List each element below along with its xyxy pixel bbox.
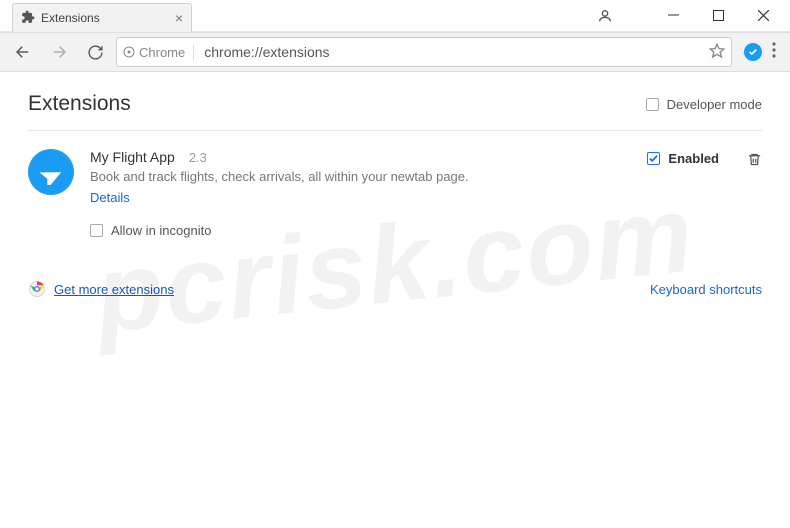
extension-description: Book and track flights, check arrivals, … — [90, 169, 631, 184]
enabled-toggle[interactable]: Enabled — [647, 151, 719, 166]
page-content: Extensions Developer mode My Flight App … — [0, 72, 790, 318]
maximize-button[interactable] — [696, 2, 741, 30]
developer-mode-toggle[interactable]: Developer mode — [646, 97, 762, 112]
tab-close-icon[interactable]: × — [175, 10, 183, 26]
tab-title: Extensions — [41, 11, 100, 25]
checkbox-checked-icon — [647, 152, 660, 165]
allow-incognito-label: Allow in incognito — [111, 223, 211, 238]
extension-puzzle-icon — [21, 10, 35, 27]
checkbox-icon — [90, 224, 103, 237]
browser-toolbar: Chrome chrome://extensions — [0, 32, 790, 72]
profile-icon[interactable] — [582, 8, 627, 24]
checkbox-icon — [646, 98, 659, 111]
url-text: chrome://extensions — [204, 44, 703, 60]
url-scheme-chip: Chrome — [123, 45, 194, 60]
developer-mode-label: Developer mode — [667, 97, 762, 112]
allow-incognito-toggle[interactable]: Allow in incognito — [90, 223, 211, 238]
reload-button[interactable] — [80, 37, 110, 67]
forward-button[interactable] — [44, 37, 74, 67]
extension-badge-icon[interactable] — [744, 43, 762, 61]
keyboard-shortcuts-link[interactable]: Keyboard shortcuts — [650, 282, 762, 297]
chrome-store-icon — [28, 280, 46, 298]
extension-version: 2.3 — [189, 150, 207, 165]
extension-name: My Flight App — [90, 149, 175, 165]
get-more-extensions-link[interactable]: Get more extensions — [54, 282, 174, 297]
back-button[interactable] — [8, 37, 38, 67]
minimize-button[interactable] — [651, 2, 696, 30]
page-title: Extensions — [28, 92, 131, 116]
extension-item: My Flight App 2.3 Book and track flights… — [28, 131, 762, 250]
menu-button[interactable] — [772, 42, 776, 63]
address-bar[interactable]: Chrome chrome://extensions — [116, 37, 732, 67]
trash-icon[interactable] — [747, 151, 762, 173]
browser-tab[interactable]: Extensions × — [12, 3, 192, 32]
enabled-label: Enabled — [668, 151, 719, 166]
extension-app-icon — [28, 149, 74, 195]
extension-details-link[interactable]: Details — [90, 190, 130, 205]
bookmark-star-icon[interactable] — [709, 43, 725, 62]
close-window-button[interactable] — [741, 2, 786, 30]
